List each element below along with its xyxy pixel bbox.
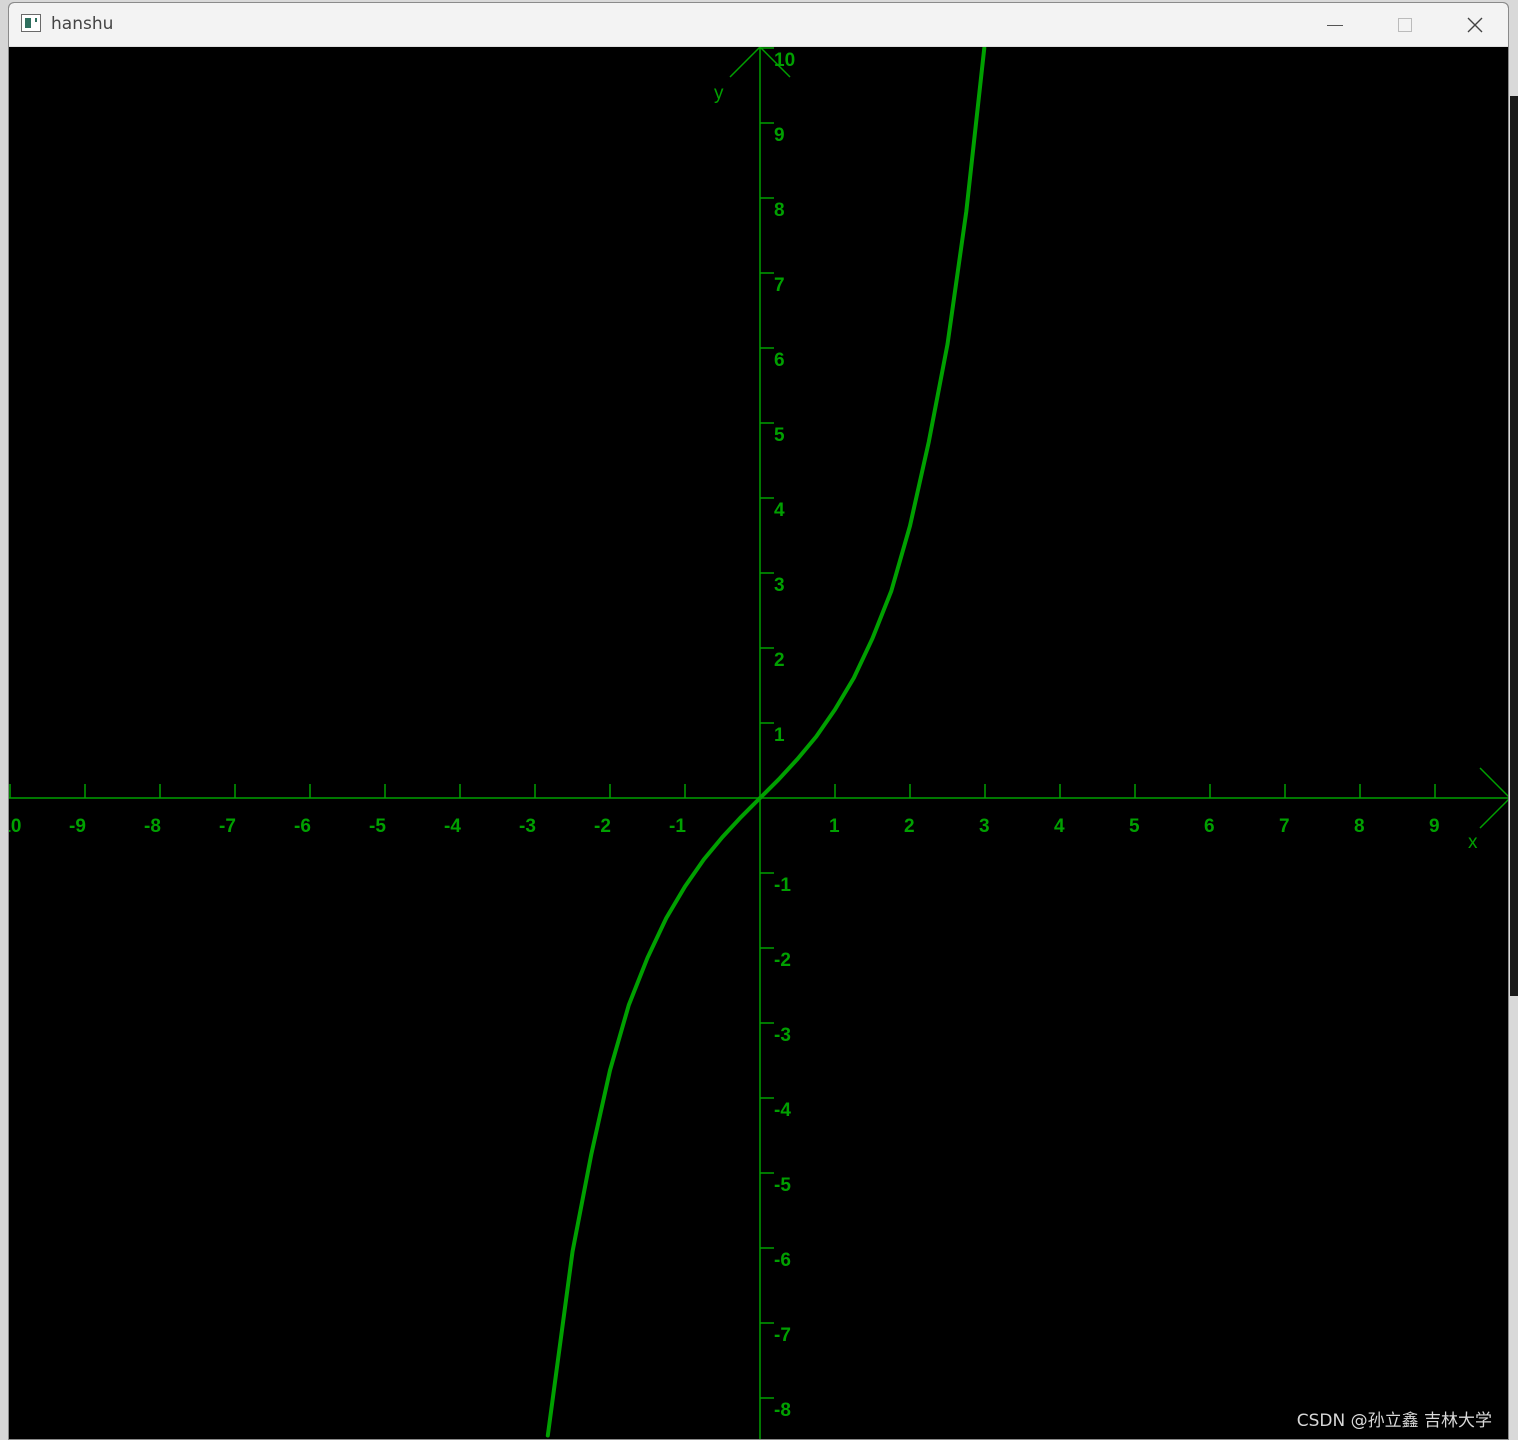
curve-layer [545, 47, 987, 1438]
y-tick-label: 1 [774, 725, 785, 746]
desktop-dark-strip [1510, 96, 1518, 996]
watermark-text: CSDN @孙立鑫 吉林大学 [1296, 1411, 1492, 1431]
x-tick-label: -7 [219, 816, 236, 837]
desktop-background-right [1508, 0, 1518, 1440]
x-tick-label: 5 [1129, 816, 1140, 837]
plot-canvas: x y -10 -9 -8 -7 -6 -5 -4 -3 -2 -1 1 2 3 4 5 6 7 8 9 10 9 8 7 6 5 4… [9, 47, 1508, 1439]
x-tick-label: -8 [144, 816, 161, 837]
axes-layer [9, 47, 1508, 1439]
x-tick-label: 9 [1429, 816, 1440, 837]
x-tick-label: 2 [904, 816, 915, 837]
x-tick-label: -6 [294, 816, 311, 837]
x-tick-label: 4 [1054, 816, 1065, 837]
y-tick-label: 6 [774, 350, 785, 371]
x-tick-label: 6 [1204, 816, 1215, 837]
x-tick-label: 1 [829, 816, 840, 837]
close-icon [1467, 17, 1483, 33]
title-bar[interactable]: hanshu [9, 3, 1508, 47]
minimize-button[interactable] [1300, 3, 1370, 47]
window-title: hanshu [51, 14, 114, 34]
x-axis-name: x [1468, 832, 1478, 853]
app-window-icon [21, 14, 41, 32]
x-tick-label: 7 [1279, 816, 1290, 837]
function-plot: x y -10 -9 -8 -7 -6 -5 -4 -3 -2 -1 1 2 3 4 5 6 7 8 9 10 9 8 7 6 5 4… [9, 47, 1508, 1439]
app-window: hanshu x y -10 -9 -8 -7 -6 -5 -4 -3 -2 -1 1 2 3 4 5 6 7 8 9 1… [8, 2, 1509, 1440]
x-tick-label: -3 [519, 816, 536, 837]
y-tick-label: 2 [774, 650, 785, 671]
y-tick-label: -5 [774, 1175, 791, 1196]
y-axis-name: y [714, 83, 724, 104]
x-tick-label: -2 [594, 816, 611, 837]
y-tick-label: 3 [774, 575, 785, 596]
x-tick-label: -9 [69, 816, 86, 837]
close-button[interactable] [1440, 3, 1508, 47]
y-tick-label: -1 [774, 875, 791, 896]
x-tick-label: 3 [979, 816, 990, 837]
y-tick-label: -3 [774, 1025, 791, 1046]
y-tick-label: 5 [774, 425, 785, 446]
curve-series-0 [545, 47, 987, 1438]
maximize-button[interactable] [1370, 3, 1440, 47]
maximize-icon [1398, 18, 1412, 32]
y-tick-label: 10 [774, 50, 795, 71]
x-tick-label: -4 [444, 816, 461, 837]
y-tick-label: 4 [774, 500, 785, 521]
x-tick-label: -1 [669, 816, 686, 837]
y-tick-label: -2 [774, 950, 791, 971]
minimize-icon [1327, 24, 1343, 26]
y-tick-label: 9 [774, 125, 785, 146]
y-tick-label: 7 [774, 275, 785, 296]
y-tick-label: -6 [774, 1250, 791, 1271]
x-tick-label: 8 [1354, 816, 1365, 837]
y-tick-label: -8 [774, 1400, 791, 1421]
y-tick-label: 8 [774, 200, 785, 221]
tick-labels-layer: x y -10 -9 -8 -7 -6 -5 -4 -3 -2 -1 1 2 3 4 5 6 7 8 9 10 9 8 7 6 5 4… [9, 50, 1478, 1421]
y-tick-label: -7 [774, 1325, 791, 1346]
x-tick-label: -10 [9, 816, 21, 837]
y-tick-label: -4 [774, 1100, 791, 1121]
ticks-layer [9, 47, 1436, 1399]
x-tick-label: -5 [369, 816, 386, 837]
